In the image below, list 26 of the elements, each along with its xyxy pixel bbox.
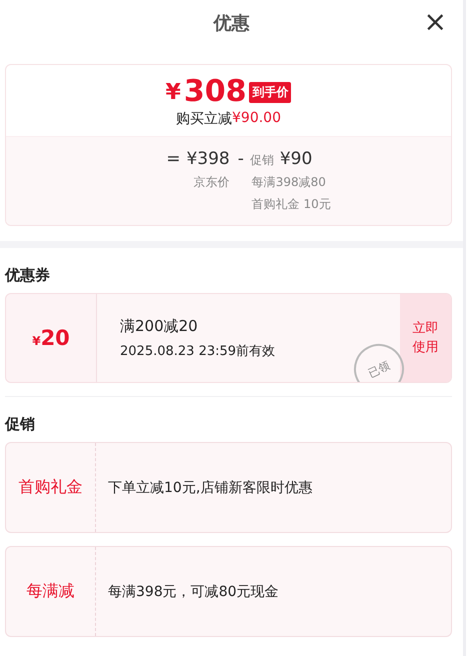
minus-sign: - [238,149,244,169]
use-now-button[interactable]: 立即使用 [400,294,451,382]
section-heading: 优惠券 [4,265,51,286]
sheet-title: 优惠 [214,12,250,34]
saving-label: 购买立减 [176,110,232,128]
promotion-tag: 首购礼金 [6,443,96,532]
saving-amount: ¥90.00 [232,110,281,128]
currency-symbol: ¥ [32,334,41,348]
section-heading: 促销 [4,414,36,435]
coupon-condition: 满200减20 [120,316,199,336]
coupon-amount: 20 [40,326,70,350]
promo-detail: 首购礼金 10元 [252,196,331,213]
coupon-validity: 2025.08.23 23:59前有效 [120,342,276,360]
promotion-tag: 每满减 [6,547,96,636]
promo-detail: 每满398减80 [252,174,326,191]
base-price-label: 京东价 [194,174,230,191]
base-price: ¥398 [186,149,230,169]
equals-sign: = [166,149,180,169]
close-button[interactable]: × [420,8,451,36]
price-tag: 到手价 [249,82,292,102]
promotion-description: 每满398元，可减80元现金 [107,582,279,602]
promo-label: 促销 [250,152,274,169]
promotion-description: 下单立减10元,店铺新客限时优惠 [107,478,312,498]
currency-symbol: ¥ [166,80,181,104]
final-price: 308 [184,75,246,109]
promo-amount: ¥90 [280,149,312,169]
